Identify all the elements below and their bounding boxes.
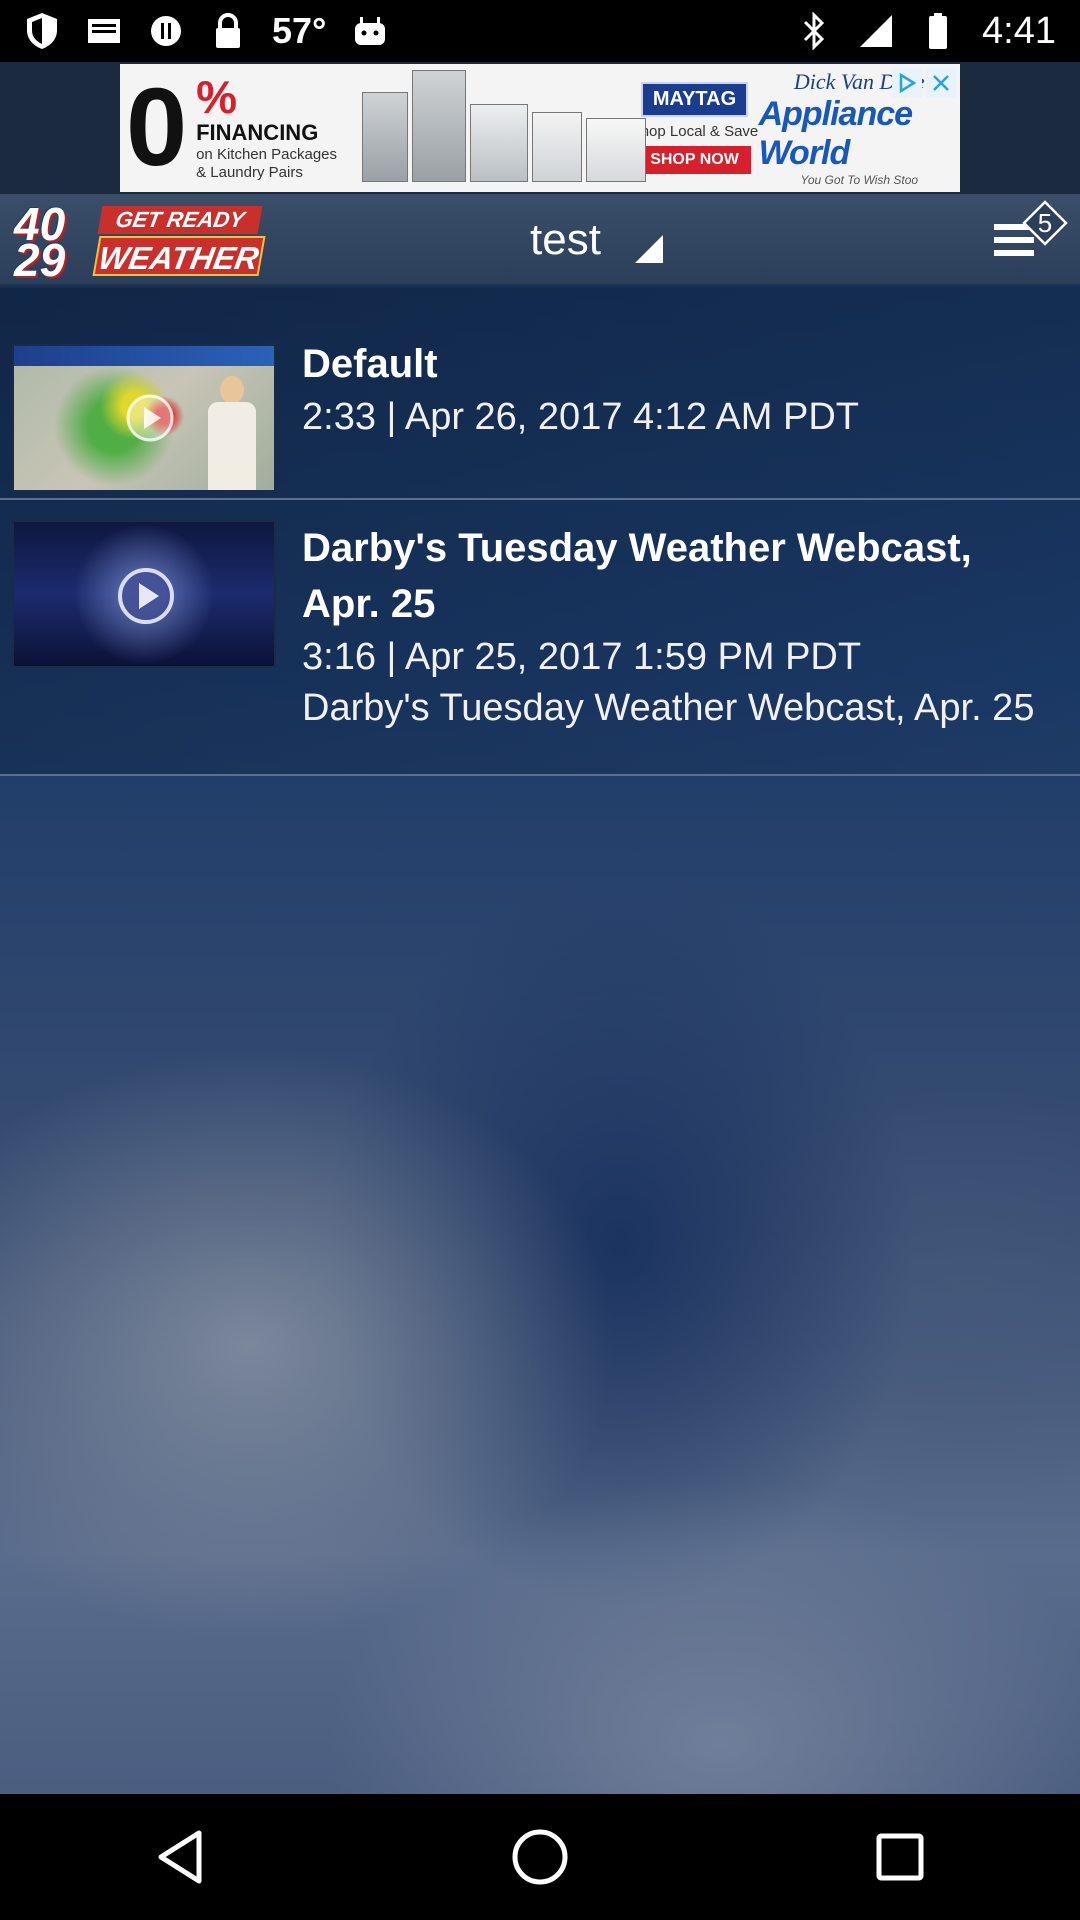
video-thumbnail[interactable] — [12, 520, 276, 668]
video-info: Darby's Tuesday Weather Webcast, Apr. 25… — [302, 520, 1050, 734]
home-icon[interactable] — [505, 1822, 575, 1892]
ad-laundry-text: & Laundry Pairs — [196, 164, 303, 181]
ad-shop-local-text: Shop Local & Save — [630, 123, 759, 140]
ad-maytag-logo: MAYTAG — [640, 82, 749, 117]
signal-icon — [858, 13, 894, 49]
clock-text: 4:41 — [982, 9, 1056, 52]
list-item-video-darby[interactable]: Darby's Tuesday Weather Webcast, Apr. 25… — [0, 500, 1080, 776]
video-info: Default 2:33 | Apr 26, 2017 4:12 AM PDT — [302, 336, 1050, 442]
info-icon — [148, 13, 184, 49]
list-item-video-default[interactable]: Default 2:33 | Apr 26, 2017 4:12 AM PDT — [0, 288, 1080, 500]
video-description: Darby's Tuesday Weather Webcast, Apr. 25 — [302, 687, 1035, 729]
notification-badge[interactable]: 5 — [1022, 200, 1068, 246]
logo-weather-text: WEATHER — [92, 236, 266, 276]
ad-close-icon[interactable] — [926, 68, 956, 98]
video-meta: 3:16 | Apr 25, 2017 1:59 PM PDT — [302, 636, 862, 678]
ad-appliance-world-text: Appliance World — [758, 95, 913, 172]
location-dropdown[interactable]: test — [530, 208, 663, 272]
back-icon[interactable] — [145, 1822, 215, 1892]
ad-maytag-block: MAYTAG Shop Local & Save SHOP NOW — [630, 82, 758, 174]
system-nav-bar — [0, 1794, 1080, 1920]
badge-count: 5 — [1037, 207, 1053, 238]
ad-choices-icon[interactable] — [892, 68, 922, 98]
station-logo[interactable]: 40 29 GET READY WEATHER — [14, 201, 266, 283]
ad-tagline-text: You Got To Wish Stoo — [800, 173, 919, 187]
mail-icon — [86, 13, 122, 49]
location-label: test — [530, 215, 601, 264]
dropdown-triangle-icon — [634, 234, 663, 268]
ad-container: 0 % FINANCING on Kitchen Packages & Laun… — [0, 62, 1080, 194]
video-meta: 2:33 | Apr 26, 2017 4:12 AM PDT — [302, 396, 859, 438]
video-thumbnail[interactable] — [12, 344, 276, 492]
bluetooth-icon — [796, 12, 832, 50]
presenter-image — [204, 372, 260, 490]
ad-percent-text: % — [196, 71, 237, 123]
ad-financing-block: % FINANCING on Kitchen Packages & Laundr… — [196, 74, 352, 182]
status-bar: 57° 4:41 — [0, 0, 1080, 62]
recents-icon[interactable] — [865, 1822, 935, 1892]
app-header: 40 29 GET READY WEATHER test — [0, 194, 1080, 286]
thumbnail-banner — [14, 346, 274, 366]
play-icon — [124, 392, 184, 452]
ad-appliances-image — [356, 68, 646, 188]
android-icon — [352, 13, 388, 49]
video-list: Default 2:33 | Apr 26, 2017 4:12 AM PDT … — [0, 288, 1080, 776]
video-title: Darby's Tuesday Weather Webcast, Apr. 25 — [302, 526, 972, 626]
lock-icon — [210, 13, 246, 49]
temperature-text: 57° — [272, 10, 327, 51]
ad-zero-text: 0 — [126, 66, 188, 189]
ad-shop-now-button[interactable]: SHOP NOW — [638, 146, 751, 174]
shield-icon — [24, 13, 60, 49]
ad-financing-text: FINANCING — [196, 120, 319, 145]
logo-get-ready-text: GET READY — [97, 206, 263, 234]
video-title: Default — [302, 342, 438, 386]
ad-kitchen-text: on Kitchen Packages — [196, 146, 338, 163]
ad-banner[interactable]: 0 % FINANCING on Kitchen Packages & Laun… — [120, 64, 960, 192]
play-icon — [116, 566, 176, 626]
battery-icon — [920, 13, 956, 49]
